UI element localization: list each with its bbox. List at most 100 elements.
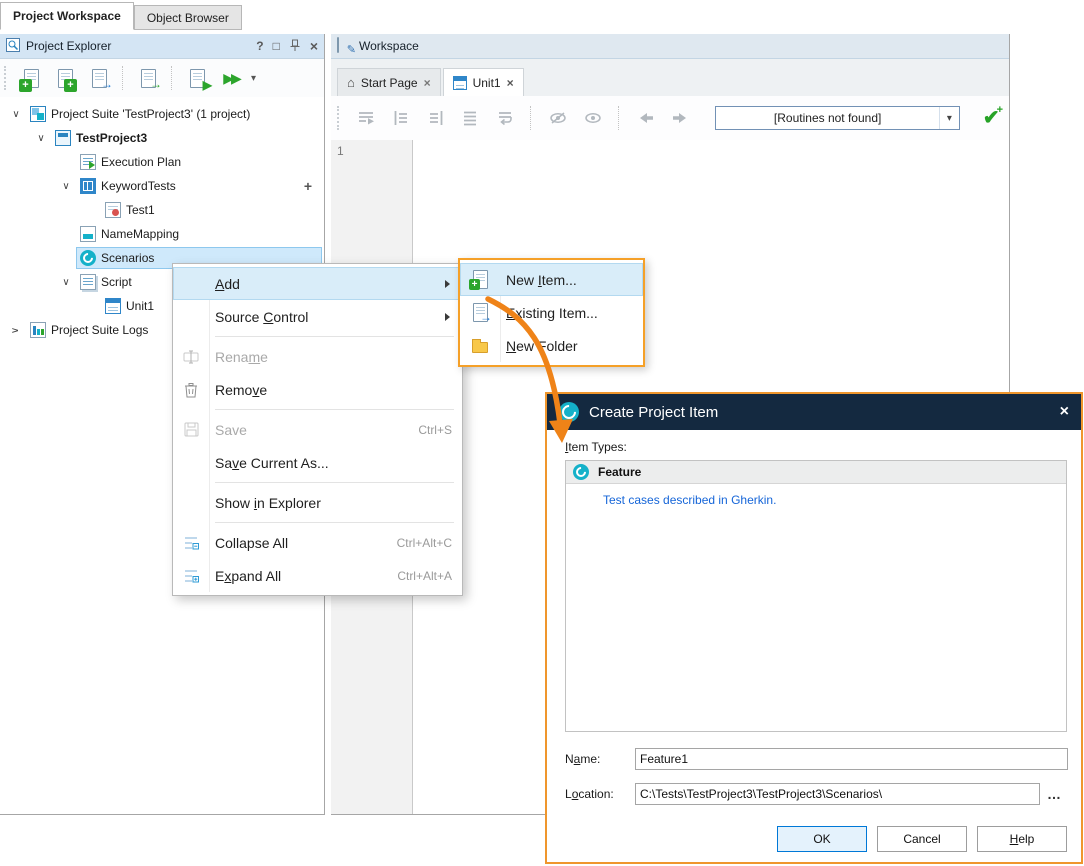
editor-toolbar: [Routines not found] ▾ ✔ + <box>331 96 1009 140</box>
append-to-test-icon[interactable] <box>352 104 380 132</box>
annotation-arrow <box>450 285 650 455</box>
show-whitespace-icon[interactable] <box>579 104 607 132</box>
menu-separator <box>215 482 454 483</box>
dialog-body: Item Types: Feature Test cases described… <box>547 430 1081 862</box>
pencil-icon: ✎ <box>347 43 356 56</box>
menu-item-add[interactable]: Add <box>173 267 462 300</box>
script-icon <box>80 274 96 290</box>
logs-icon <box>30 322 46 338</box>
toolbar-separator <box>122 66 125 90</box>
outdent-icon[interactable] <box>387 104 415 132</box>
tree-item-namemapping[interactable]: NameMapping <box>0 222 324 246</box>
menu-separator <box>215 409 454 410</box>
item-type-feature[interactable]: Feature <box>566 461 1066 484</box>
format-code-icon[interactable] <box>456 104 484 132</box>
run-icon: ▶ <box>203 79 212 91</box>
tree-item-keywordtests[interactable]: KeywordTests + <box>0 174 324 198</box>
location-input[interactable] <box>635 783 1040 805</box>
feature-description: Test cases described in Gherkin. <box>603 493 1066 507</box>
execution-plan-icon <box>80 154 96 170</box>
tab-object-browser[interactable]: Object Browser <box>134 5 242 30</box>
tab-project-workspace[interactable]: Project Workspace <box>0 2 134 30</box>
keyword-tests-icon <box>80 178 96 194</box>
item-types-list: Feature Test cases described in Gherkin. <box>565 460 1067 732</box>
browse-button[interactable]: … <box>1042 783 1066 805</box>
navigate-forward-icon[interactable] <box>667 104 695 132</box>
tree-item-project-suite[interactable]: Project Suite 'TestProject3' (1 project) <box>0 102 324 126</box>
plus-icon: + <box>64 79 77 92</box>
menu-item-source-control[interactable]: Source Control <box>173 300 462 333</box>
help-button[interactable]: Help <box>977 826 1067 852</box>
close-tab-icon[interactable]: × <box>507 76 514 90</box>
line-number: 1 <box>337 144 344 158</box>
tab-start-page[interactable]: ⌂ Start Page × <box>337 68 441 96</box>
editor-tabstrip: ⌂ Start Page × Unit1 × <box>331 59 1009 96</box>
document-icon <box>337 37 339 53</box>
run-dropdown-caret-icon[interactable]: ▾ <box>251 73 256 84</box>
project-suite-icon <box>30 106 46 122</box>
new-project-suite-button[interactable]: + <box>16 63 46 93</box>
trash-icon <box>173 382 209 398</box>
workspace-icon: ✎ <box>337 38 353 54</box>
home-icon: ⌂ <box>347 75 355 90</box>
expand-all-icon <box>173 568 209 584</box>
hide-whitespace-icon[interactable] <box>544 104 572 132</box>
pin-icon[interactable] <box>289 39 301 54</box>
menu-item-expand-all[interactable]: Expand All Ctrl+Alt+A <box>173 559 462 592</box>
run-project-suite-button[interactable]: ▶▶ <box>216 63 246 93</box>
indent-icon[interactable] <box>422 104 450 132</box>
menu-item-save[interactable]: Save Ctrl+S <box>173 413 462 446</box>
menu-item-show-in-explorer[interactable]: Show in Explorer <box>173 486 462 519</box>
tree-item-testproject3[interactable]: TestProject3 <box>0 126 324 150</box>
close-icon[interactable]: × <box>1060 403 1069 421</box>
add-keyword-test-button[interactable]: + <box>304 178 312 194</box>
ok-button[interactable]: OK <box>777 826 867 852</box>
name-input[interactable] <box>635 748 1068 770</box>
dialog-buttons: OK Cancel Help <box>777 826 1067 852</box>
routines-dropdown[interactable]: [Routines not found] ▾ <box>715 106 959 130</box>
name-mapping-icon <box>80 226 96 242</box>
help-icon[interactable]: ? <box>256 40 263 52</box>
run-all-icon: ▶▶ <box>223 71 239 85</box>
chevron-down-icon[interactable]: ▾ <box>939 107 959 129</box>
menu-item-remove[interactable]: Remove <box>173 373 462 406</box>
chevron-right-icon[interactable] <box>6 325 26 336</box>
chevron-down-icon[interactable] <box>31 133 51 144</box>
tree-item-execution-plan[interactable]: Execution Plan <box>0 150 324 174</box>
add-arrow-icon: → <box>150 78 162 90</box>
toolbar-grip[interactable] <box>4 66 9 90</box>
unit-icon <box>105 298 121 314</box>
create-project-item-dialog: Create Project Item × Item Types: Featur… <box>545 392 1083 864</box>
gherkin-icon <box>573 464 589 480</box>
location-label: Location: <box>565 787 614 801</box>
add-existing-item-button[interactable]: → <box>133 63 163 93</box>
menu-item-rename[interactable]: Rename <box>173 340 462 373</box>
syntax-check-icon[interactable]: ✔ + <box>983 108 1003 128</box>
project-explorer-title: Project Explorer <box>26 39 111 53</box>
workspace-header: ✎ Workspace <box>331 34 1009 59</box>
run-project-button[interactable]: ▶ <box>182 63 212 93</box>
menu-item-save-current-as[interactable]: Save Current As... <box>173 446 462 479</box>
toolbar-separator <box>530 106 533 130</box>
tree-item-test1[interactable]: Test1 <box>0 198 324 222</box>
chevron-down-icon[interactable] <box>6 109 26 120</box>
collapse-all-icon <box>173 535 209 551</box>
new-project-button[interactable]: + <box>50 63 80 93</box>
menu-separator <box>215 522 454 523</box>
wrap-lines-icon[interactable] <box>491 104 519 132</box>
chevron-down-icon[interactable] <box>56 277 76 288</box>
close-tab-icon[interactable]: × <box>424 76 431 90</box>
tab-unit1[interactable]: Unit1 × <box>443 68 524 96</box>
navigate-back-icon[interactable] <box>632 104 660 132</box>
menu-item-collapse-all[interactable]: Collapse All Ctrl+Alt+C <box>173 526 462 559</box>
close-icon[interactable]: × <box>310 39 318 53</box>
cancel-button[interactable]: Cancel <box>877 826 967 852</box>
chevron-down-icon[interactable] <box>56 181 76 192</box>
context-menu: Add Source Control Rename Remove Save Ct… <box>172 263 463 596</box>
project-explorer-header: Project Explorer ? □ × <box>0 34 324 59</box>
maximize-icon[interactable]: □ <box>273 40 280 52</box>
toolbar-separator <box>171 66 174 90</box>
toolbar-grip[interactable] <box>337 106 342 130</box>
project-explorer-toolbar: + + → → ▶ ▶▶ ▾ <box>0 59 324 97</box>
open-project-suite-button[interactable]: → <box>84 63 114 93</box>
